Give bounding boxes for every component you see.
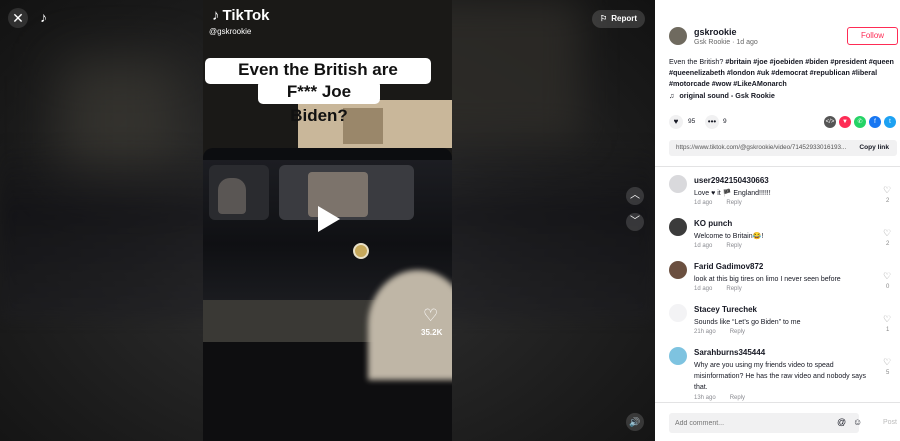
comment-meta: 21h ago Reply <box>694 329 745 335</box>
reply-button[interactable]: Reply <box>726 286 741 292</box>
sound-label: original sound - Gsk Rookie <box>679 91 775 100</box>
avatar[interactable] <box>669 27 687 45</box>
tiktok-logo-icon[interactable]: ♪ <box>40 9 56 27</box>
link-box: https://www.tiktok.com/@gskrookie/video/… <box>669 140 897 156</box>
author-subline: Gsk Rookie · 1d ago <box>694 39 758 46</box>
chevron-up-icon[interactable]: ︿ <box>626 187 644 205</box>
like-count: 95 <box>688 118 696 125</box>
comment-icon[interactable]: ••• <box>705 115 719 129</box>
heart-icon[interactable]: ♥ <box>669 115 683 129</box>
report-label: Report <box>611 14 637 23</box>
video-frame <box>353 243 369 259</box>
video-description: Even the British? #britain #joe #joebide… <box>669 56 897 89</box>
video-caption-line2: F*** Joe Biden? <box>258 80 380 125</box>
video-stage: ✕ ♪ ⚐ Report ︿ ﹀ 🔊 ♪ TikTok @gskrookie E… <box>0 0 655 441</box>
comment-username[interactable]: user2942150430663 <box>694 176 769 185</box>
heart-icon[interactable]: ♡ <box>883 357 891 368</box>
comment-username[interactable]: Stacey Turechek <box>694 305 757 314</box>
avatar[interactable] <box>669 218 687 236</box>
video-frame <box>218 178 246 214</box>
comment-item: Sarahburns345444 Why are you using my fr… <box>655 339 900 401</box>
comment-like-count: 5 <box>886 370 890 376</box>
comment-like-count: 2 <box>886 198 890 204</box>
facebook-icon[interactable]: f <box>869 116 881 128</box>
add-comment-input[interactable] <box>669 413 859 433</box>
avatar[interactable] <box>669 261 687 279</box>
comment-text: Why are you using my friends video to sp… <box>694 362 866 391</box>
comment-item: user2942150430663 Love ♥ it 🏴 England!!!… <box>655 167 900 210</box>
comment-count: 9 <box>723 118 727 125</box>
mention-icon[interactable]: @ <box>837 417 846 427</box>
sound-link[interactable]: ♫ original sound - Gsk Rookie <box>669 91 775 100</box>
heart-icon[interactable]: ♡ <box>423 306 438 326</box>
send-icon[interactable]: ▼ <box>839 116 851 128</box>
comment-composer: @ ☺ Post <box>655 402 900 441</box>
comment-like-count: 0 <box>886 284 890 290</box>
action-row: ♥ 95 ••• 9 </> ▼ ✆ f t ➦ <box>669 115 897 131</box>
embed-icon[interactable]: </> <box>824 116 836 128</box>
comment-like-count: 1 <box>886 327 890 333</box>
flag-icon: ⚐ <box>600 14 608 23</box>
comment-list: user2942150430663 Love ♥ it 🏴 England!!!… <box>655 167 900 402</box>
comment-time: 1d ago <box>694 286 713 292</box>
reply-button[interactable]: Reply <box>730 395 745 401</box>
comment-time: 21h ago <box>694 329 716 335</box>
heart-icon[interactable]: ♡ <box>883 314 891 325</box>
report-button[interactable]: ⚐ Report <box>592 10 645 28</box>
comment-text: Welcome to Britain😂! <box>694 233 764 240</box>
video-like-count: 35.2K <box>421 328 443 337</box>
comment-username[interactable]: Farid Gadimov872 <box>694 262 763 271</box>
heart-icon[interactable]: ♡ <box>883 185 891 196</box>
heart-icon[interactable]: ♡ <box>883 228 891 239</box>
emoji-icon[interactable]: ☺ <box>853 417 862 427</box>
follow-button[interactable]: Follow <box>847 27 898 45</box>
description-text: Even the British? <box>669 57 724 66</box>
whatsapp-icon[interactable]: ✆ <box>854 116 866 128</box>
reply-button[interactable]: Reply <box>726 200 741 206</box>
comment-username[interactable]: KO punch <box>694 219 732 228</box>
comment-like-count: 2 <box>886 241 890 247</box>
comment-item: Farid Gadimov872 look at this big tires … <box>655 253 900 296</box>
details-panel: gskrookie Gsk Rookie · 1d ago Follow Eve… <box>655 0 900 441</box>
comment-meta: 13h ago Reply <box>694 395 745 401</box>
comment-username[interactable]: Sarahburns345444 <box>694 348 765 357</box>
video-handle: @gskrookie <box>209 27 252 36</box>
comment-item: Stacey Turechek Sounds like “Let’s go Bi… <box>655 296 900 339</box>
copy-link-button[interactable]: Copy link <box>859 144 889 151</box>
twitter-icon[interactable]: t <box>884 116 896 128</box>
comment-meta: 1d ago Reply <box>694 286 742 292</box>
comment-text: Love ♥ it 🏴 England!!!!!! <box>694 190 771 197</box>
post-button[interactable]: Post <box>883 419 897 426</box>
video-brand: TikTok <box>222 7 270 24</box>
video-url: https://www.tiktok.com/@gskrookie/video/… <box>676 144 847 151</box>
comment-item: KO punch Welcome to Britain😂! 1d ago Repl… <box>655 210 900 253</box>
comment-text: Sounds like “Let’s go Biden” to me <box>694 319 801 326</box>
heart-icon[interactable]: ♡ <box>883 271 891 282</box>
close-icon[interactable]: ✕ <box>8 8 28 28</box>
avatar[interactable] <box>669 304 687 322</box>
tiktok-logo-icon: ♪ <box>212 7 220 24</box>
comment-time: 1d ago <box>694 200 713 206</box>
avatar[interactable] <box>669 347 687 365</box>
video-watermark: ♪ TikTok <box>212 7 269 24</box>
comment-meta: 1d ago Reply <box>694 200 742 206</box>
play-icon[interactable] <box>318 206 340 232</box>
comment-meta: 1d ago Reply <box>694 243 742 249</box>
comment-time: 13h ago <box>694 395 716 401</box>
reply-button[interactable]: Reply <box>726 243 741 249</box>
video-frame <box>343 108 383 144</box>
video-frame <box>368 270 452 380</box>
volume-icon[interactable]: 🔊 <box>626 413 644 431</box>
comment-text: look at this big tires on limo I never s… <box>694 276 841 283</box>
reply-button[interactable]: Reply <box>730 329 745 335</box>
music-note-icon: ♫ <box>669 91 675 100</box>
comment-time: 1d ago <box>694 243 713 249</box>
avatar[interactable] <box>669 175 687 193</box>
chevron-down-icon[interactable]: ﹀ <box>626 213 644 231</box>
author-username[interactable]: gskrookie <box>694 27 737 37</box>
